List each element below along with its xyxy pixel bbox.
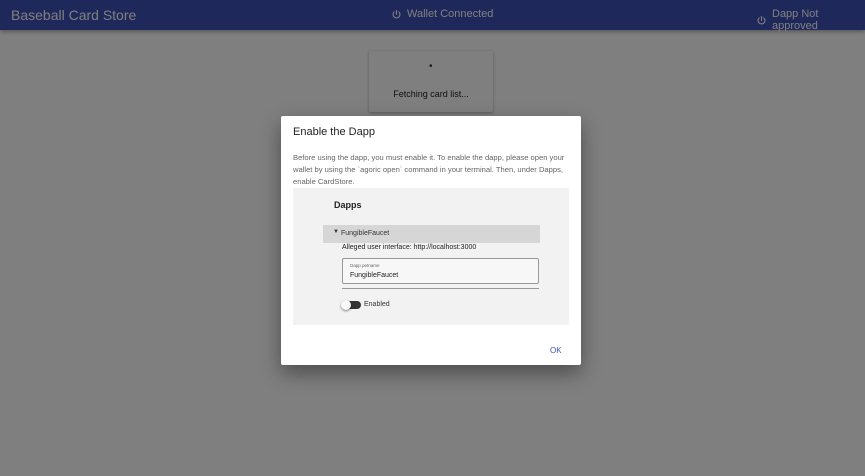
enabled-toggle-label: Enabled	[364, 301, 390, 308]
wallet-screenshot: Dapps ▼ FungibleFaucet Alleged user inte…	[293, 188, 569, 325]
petname-label: Dapp petname	[350, 263, 380, 268]
enabled-toggle	[341, 300, 361, 310]
dapps-heading: Dapps	[334, 200, 362, 210]
caret-down-icon: ▼	[333, 229, 339, 235]
dapp-accordion-header: ▼ FungibleFaucet	[323, 225, 540, 243]
ok-button[interactable]: OK	[550, 346, 562, 355]
petname-value: FungibleFaucet	[350, 272, 399, 279]
toggle-knob	[341, 300, 351, 310]
divider	[342, 288, 539, 289]
enable-dapp-dialog: Enable the Dapp Before using the dapp, y…	[281, 116, 581, 365]
alleged-ui-text: Alleged user interface: http://localhost…	[342, 244, 477, 251]
dapp-name: FungibleFaucet	[341, 230, 390, 237]
dialog-title: Enable the Dapp	[293, 126, 375, 138]
dialog-body: Before using the dapp, you must enable i…	[293, 153, 565, 186]
petname-field: Dapp petname FungibleFaucet	[342, 258, 539, 284]
